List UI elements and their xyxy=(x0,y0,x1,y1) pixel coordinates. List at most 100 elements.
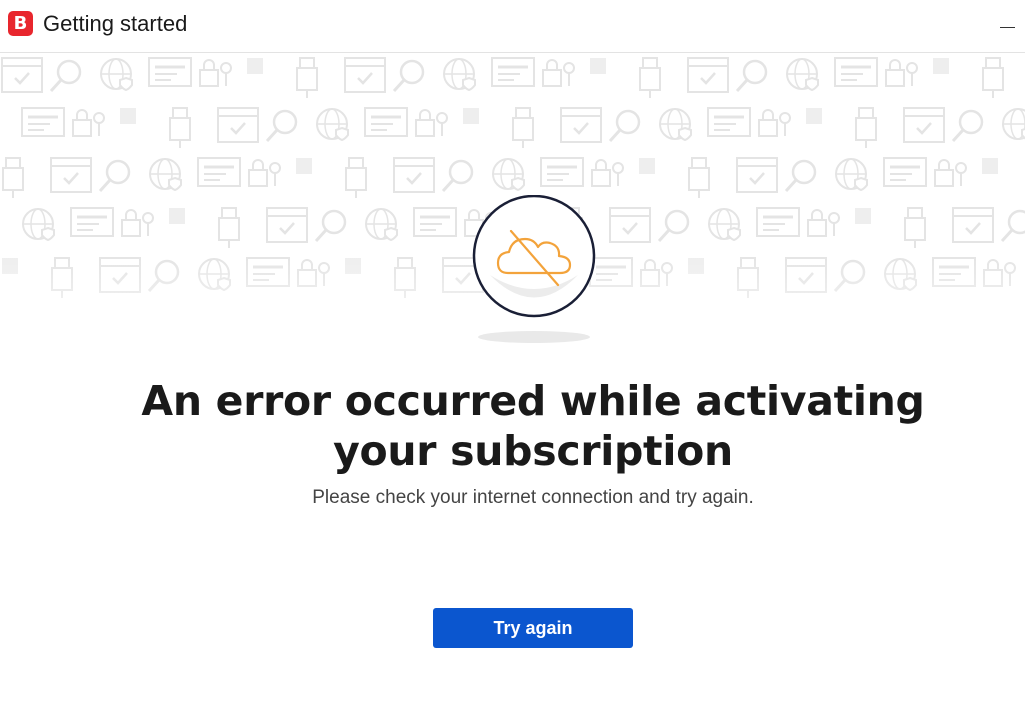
pattern-tile xyxy=(99,257,141,293)
pattern-tile xyxy=(1002,108,1025,140)
try-again-button[interactable]: Try again xyxy=(433,608,633,648)
pattern-tile xyxy=(736,157,778,193)
pattern-tile xyxy=(345,157,367,198)
pattern-tile xyxy=(120,108,136,124)
pattern-tile xyxy=(266,207,308,243)
pattern-tile xyxy=(1000,209,1025,243)
pattern-tile xyxy=(737,257,759,298)
pattern-tile xyxy=(707,107,751,137)
pattern-tile xyxy=(591,159,624,187)
pattern-tile xyxy=(639,57,661,98)
minimize-icon xyxy=(1000,27,1015,28)
pattern-tile xyxy=(835,158,868,192)
pattern-tile xyxy=(639,158,655,174)
pattern-tile xyxy=(443,58,476,92)
pattern-tile xyxy=(50,157,92,193)
pattern-tile xyxy=(933,58,949,74)
pattern-tile xyxy=(982,158,998,174)
pattern-tile xyxy=(296,57,318,98)
pattern-tile xyxy=(344,57,386,93)
pattern-tile xyxy=(542,59,575,87)
pattern-tile xyxy=(98,159,131,193)
pattern-tile xyxy=(640,259,673,287)
title-bar: B Getting started xyxy=(0,0,1025,53)
pattern-tile xyxy=(316,108,349,142)
pattern-tile xyxy=(735,59,768,93)
pattern-tile xyxy=(708,208,741,242)
pattern-tile xyxy=(392,59,425,93)
pattern-tile xyxy=(952,207,994,243)
pattern-tile xyxy=(199,59,232,87)
pattern-tile xyxy=(72,109,105,137)
pattern-tile xyxy=(806,108,822,124)
pattern-tile xyxy=(982,57,1004,98)
pattern-tile xyxy=(590,58,606,74)
pattern-tile xyxy=(147,259,180,293)
pattern-tile xyxy=(246,257,290,287)
pattern-tile xyxy=(148,57,192,87)
pattern-tile xyxy=(413,207,457,237)
pattern-tile xyxy=(951,109,984,143)
pattern-tile xyxy=(756,207,800,237)
pattern-tile xyxy=(608,109,641,143)
pattern-tile xyxy=(21,107,65,137)
pattern-tile xyxy=(512,107,534,148)
minimize-button[interactable] xyxy=(991,8,1025,44)
pattern-tile xyxy=(296,158,312,174)
pattern-tile xyxy=(169,107,191,148)
pattern-tile xyxy=(247,58,263,74)
pattern-tile xyxy=(1,57,43,93)
app-window: B Getting started An error occurred whil… xyxy=(0,0,1025,701)
pattern-tile xyxy=(932,257,976,287)
pattern-tile xyxy=(198,258,231,292)
pattern-tile xyxy=(659,108,692,142)
pattern-tile xyxy=(218,207,240,248)
pattern-tile xyxy=(314,209,347,243)
pattern-tile xyxy=(365,208,398,242)
pattern-tile xyxy=(297,259,330,287)
pattern-tile xyxy=(492,158,525,192)
pattern-tile xyxy=(415,109,448,137)
pattern-tile xyxy=(265,109,298,143)
pattern-tile xyxy=(903,107,945,143)
pattern-tile xyxy=(934,159,967,187)
pattern-tile xyxy=(589,257,633,287)
pattern-tile xyxy=(393,157,435,193)
pattern-tile xyxy=(688,157,710,198)
pattern-tile xyxy=(807,209,840,237)
pattern-tile xyxy=(657,209,690,243)
pattern-tile xyxy=(540,157,584,187)
window-title: Getting started xyxy=(43,11,188,36)
pattern-tile xyxy=(609,207,651,243)
pattern-tile xyxy=(833,259,866,293)
pattern-tile xyxy=(121,209,154,237)
pattern-tile xyxy=(364,107,408,137)
illustration-shadow xyxy=(478,331,590,343)
pattern-tile xyxy=(22,208,55,242)
pattern-tile xyxy=(49,59,82,93)
pattern-tile xyxy=(51,257,73,298)
pattern-tile xyxy=(885,59,918,87)
pattern-tile xyxy=(688,258,704,274)
pattern-tile xyxy=(394,257,416,298)
pattern-tile xyxy=(883,157,927,187)
pattern-tile xyxy=(2,157,24,198)
pattern-tile xyxy=(169,208,185,224)
pattern-tile xyxy=(197,157,241,187)
pattern-tile xyxy=(904,207,926,248)
pattern-tile xyxy=(345,258,361,274)
pattern-tile xyxy=(100,58,133,92)
pattern-tile xyxy=(491,57,535,87)
pattern-tile xyxy=(687,57,729,93)
app-logo: B xyxy=(8,11,33,36)
pattern-tile xyxy=(834,57,878,87)
pattern-tile xyxy=(983,259,1016,287)
pattern-tile xyxy=(884,258,917,292)
pattern-tile xyxy=(785,257,827,293)
error-heading: An error occurred while activating your … xyxy=(141,377,925,475)
pattern-tile xyxy=(758,109,791,137)
pattern-tile xyxy=(217,107,259,143)
pattern-tile xyxy=(855,208,871,224)
cloud-offline-illustration xyxy=(472,194,596,345)
pattern-tile xyxy=(784,159,817,193)
